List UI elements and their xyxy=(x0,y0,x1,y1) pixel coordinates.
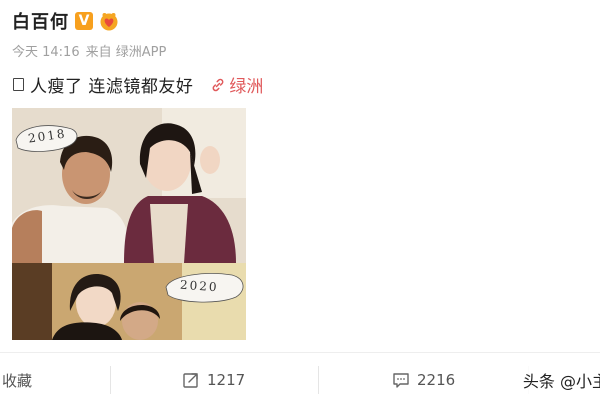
checkbox-icon xyxy=(13,78,24,91)
collect-button[interactable]: 收藏 xyxy=(2,360,32,400)
photo-2018[interactable]: 2018 xyxy=(12,108,246,263)
action-separator xyxy=(318,366,319,394)
link-icon xyxy=(213,78,224,91)
photo-2020[interactable]: 2020 xyxy=(12,263,246,340)
action-bar: 收藏 1217 2216 头条 @小主 xyxy=(0,360,600,400)
heart-level-icon xyxy=(99,11,119,31)
oasis-link[interactable]: 绿洲 xyxy=(211,72,263,97)
tag-2020: 2020 xyxy=(179,277,219,295)
watermark: 头条 @小主 xyxy=(518,360,600,400)
repost-icon xyxy=(183,373,198,388)
action-separator xyxy=(110,366,111,394)
comment-icon xyxy=(393,373,409,388)
oasis-link-label: 绿洲 xyxy=(229,77,264,97)
action-bar-divider xyxy=(0,352,600,353)
repost-count: 1217 xyxy=(207,371,246,389)
post-text: 人瘦了 连滤镜都友好 xyxy=(30,77,194,97)
vip-badge-icon: V xyxy=(75,12,93,30)
post-header: 白百何 V xyxy=(12,8,119,34)
post-content: 人瘦了 连滤镜都友好 绿洲 xyxy=(13,72,263,97)
collect-label: 收藏 xyxy=(2,371,33,390)
comment-button[interactable]: 2216 xyxy=(392,360,455,400)
post-source[interactable]: 来自 绿洲APP xyxy=(86,41,167,60)
post-time: 今天 14:16 xyxy=(12,45,80,60)
repost-button[interactable]: 1217 xyxy=(182,360,245,400)
comment-count: 2216 xyxy=(417,371,456,389)
post-meta: 今天 14:16 来自 绿洲APP xyxy=(12,41,166,60)
username[interactable]: 白百何 xyxy=(12,8,69,34)
